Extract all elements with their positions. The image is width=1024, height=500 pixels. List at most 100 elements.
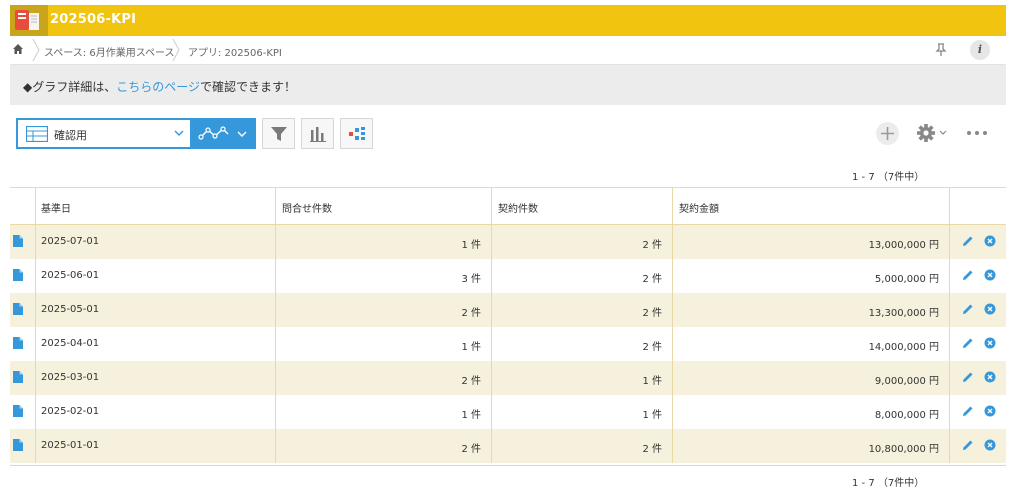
info-icon[interactable]: i bbox=[970, 40, 990, 60]
record-list-table: 基準日 問合せ件数 契約件数 契約金額 2025-07-01 1 件2 件 13,0… bbox=[10, 187, 1006, 466]
row-actions-cell bbox=[950, 429, 1006, 463]
cell-base-date: 2025-03-01 bbox=[36, 361, 276, 395]
column-header-inquiries[interactable]: 問合せ件数 bbox=[276, 188, 492, 224]
app-header: 202506-KPI bbox=[10, 5, 1006, 36]
delete-icon[interactable] bbox=[984, 235, 996, 247]
add-record-button[interactable] bbox=[876, 122, 899, 145]
breadcrumb-app: アプリ: 202506-KPI bbox=[188, 48, 282, 59]
delete-icon[interactable] bbox=[984, 303, 996, 315]
app-title: 202506-KPI bbox=[50, 12, 137, 27]
chevron-down-icon bbox=[174, 130, 184, 136]
delete-icon[interactable] bbox=[984, 439, 996, 451]
cell-base-date: 2025-07-01 bbox=[36, 225, 276, 259]
line-graph-icon bbox=[198, 126, 229, 140]
document-icon[interactable] bbox=[13, 405, 23, 417]
cell-base-date: 2025-01-01 bbox=[36, 429, 276, 463]
cell-contracts: 2 件 bbox=[492, 293, 673, 327]
cell-contracts: 1 件 bbox=[492, 395, 673, 429]
table-header-row: 基準日 問合せ件数 契約件数 契約金額 bbox=[10, 188, 1006, 225]
cell-contract-amount: 13,300,000 円 bbox=[673, 293, 950, 327]
document-icon[interactable] bbox=[13, 371, 23, 383]
record-detail-cell[interactable] bbox=[10, 327, 36, 361]
document-icon[interactable] bbox=[13, 337, 23, 349]
table-row[interactable]: 2025-06-01 3 件2 件 5,000,000 円 bbox=[10, 259, 1006, 293]
record-detail-cell[interactable] bbox=[10, 429, 36, 463]
more-options-button[interactable] bbox=[966, 128, 988, 138]
document-icon[interactable] bbox=[13, 439, 23, 451]
row-actions-cell bbox=[950, 225, 1006, 259]
delete-icon[interactable] bbox=[984, 405, 996, 417]
pencil-icon[interactable] bbox=[962, 405, 974, 417]
delete-icon[interactable] bbox=[984, 337, 996, 349]
view-select-label: 確認用 bbox=[54, 129, 87, 142]
pencil-icon[interactable] bbox=[962, 303, 974, 315]
cell-contract-amount: 5,000,000 円 bbox=[673, 259, 950, 293]
column-header-contract-amount[interactable]: 契約金額 bbox=[673, 188, 950, 224]
document-icon[interactable] bbox=[13, 235, 23, 247]
delete-icon[interactable] bbox=[984, 371, 996, 383]
notice-suffix: で確認できます！ bbox=[200, 80, 297, 94]
home-icon[interactable] bbox=[12, 43, 24, 55]
gear-icon bbox=[917, 124, 947, 142]
cell-contracts: 2 件 bbox=[492, 259, 673, 293]
breadcrumb-separator-icon bbox=[32, 38, 40, 62]
chart-button[interactable] bbox=[301, 118, 334, 149]
cell-contract-amount: 8,000,000 円 bbox=[673, 395, 950, 429]
table-row[interactable]: 2025-07-01 1 件2 件 13,000,000 円 bbox=[10, 225, 1006, 259]
document-icon[interactable] bbox=[13, 303, 23, 315]
cell-base-date: 2025-02-01 bbox=[36, 395, 276, 429]
cell-contract-amount: 14,000,000 円 bbox=[673, 327, 950, 361]
column-header-contracts[interactable]: 契約件数 bbox=[492, 188, 673, 224]
table-row[interactable]: 2025-05-01 2 件2 件 13,300,000 円 bbox=[10, 293, 1006, 327]
notice-prefix: ◆グラフ詳細は、 bbox=[23, 80, 117, 94]
pencil-icon[interactable] bbox=[962, 371, 974, 383]
document-icon[interactable] bbox=[13, 269, 23, 281]
row-actions-cell bbox=[950, 293, 1006, 327]
table-row[interactable]: 2025-04-01 1 件2 件 14,000,000 円 bbox=[10, 327, 1006, 361]
row-actions-cell bbox=[950, 259, 1006, 293]
settings-button[interactable] bbox=[915, 122, 951, 144]
view-select[interactable]: 確認用 bbox=[16, 118, 192, 149]
notice-bar: ◆グラフ詳細は、こちらのページで確認できます！ bbox=[10, 65, 1006, 105]
breadcrumb-space-link[interactable]: スペース: 6月作業用スペース bbox=[44, 44, 175, 59]
cell-contracts: 2 件 bbox=[492, 327, 673, 361]
cell-base-date: 2025-05-01 bbox=[36, 293, 276, 327]
cell-inquiries: 1 件 bbox=[276, 395, 492, 429]
pencil-icon[interactable] bbox=[962, 439, 974, 451]
row-actions-cell bbox=[950, 395, 1006, 429]
notice-text: ◆グラフ詳細は、こちらのページで確認できます！ bbox=[23, 78, 296, 95]
notice-link[interactable]: こちらのページ bbox=[116, 80, 200, 94]
cell-contracts: 2 件 bbox=[492, 225, 673, 259]
delete-icon[interactable] bbox=[984, 269, 996, 281]
cell-inquiries: 3 件 bbox=[276, 259, 492, 293]
process-icon bbox=[349, 127, 365, 140]
process-button[interactable] bbox=[340, 118, 373, 149]
table-row[interactable]: 2025-01-01 2 件2 件 10,800,000 円 bbox=[10, 429, 1006, 463]
pencil-icon[interactable] bbox=[962, 235, 974, 247]
record-detail-cell[interactable] bbox=[10, 395, 36, 429]
bar-chart-icon bbox=[310, 127, 326, 142]
record-detail-cell[interactable] bbox=[10, 361, 36, 395]
table-row[interactable]: 2025-03-01 2 件1 件 9,000,000 円 bbox=[10, 361, 1006, 395]
cell-inquiries: 2 件 bbox=[276, 429, 492, 463]
pager-bottom: 1 - 7 （7件中） bbox=[852, 478, 925, 489]
header-icon-cell bbox=[10, 188, 36, 224]
cell-base-date: 2025-06-01 bbox=[36, 259, 276, 293]
pencil-icon[interactable] bbox=[962, 269, 974, 281]
filter-button[interactable] bbox=[262, 118, 295, 149]
pencil-icon[interactable] bbox=[962, 337, 974, 349]
table-row[interactable]: 2025-02-01 1 件1 件 8,000,000 円 bbox=[10, 395, 1006, 429]
breadcrumb: スペース: 6月作業用スペース アプリ: 202506-KPI i bbox=[10, 36, 1006, 65]
record-detail-cell[interactable] bbox=[10, 293, 36, 327]
pager-top: 1 - 7 （7件中） bbox=[852, 172, 925, 183]
record-detail-cell[interactable] bbox=[10, 259, 36, 293]
column-header-base-date[interactable]: 基準日 bbox=[36, 188, 276, 224]
ellipsis-icon bbox=[967, 131, 987, 135]
record-detail-cell[interactable] bbox=[10, 225, 36, 259]
cell-contract-amount: 13,000,000 円 bbox=[673, 225, 950, 259]
graph-select-button[interactable] bbox=[192, 118, 256, 149]
pin-icon[interactable] bbox=[935, 43, 947, 57]
row-actions-cell bbox=[950, 361, 1006, 395]
app-book-icon[interactable] bbox=[10, 5, 48, 36]
plus-icon bbox=[881, 127, 894, 140]
